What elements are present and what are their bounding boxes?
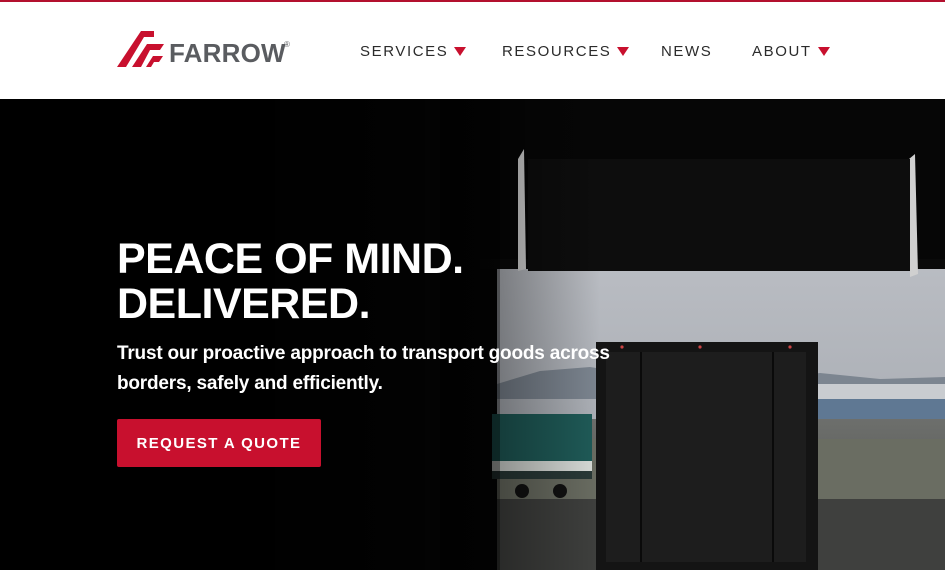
- nav-item-services[interactable]: SERVICES: [360, 40, 467, 62]
- hero-subtext: Trust our proactive approach to transpor…: [117, 343, 610, 394]
- main-nav: SERVICES RESOURCES NEWS ABOUT: [0, 40, 945, 62]
- caret-down-icon: [454, 47, 467, 56]
- nav-label-news: NEWS: [661, 42, 713, 60]
- caret-down-icon: [817, 47, 830, 56]
- site-header: FARROW ® SERVICES RESOURCES NEWS ABOUT: [0, 2, 945, 99]
- hero-headline-line-2: DELIVERED.: [117, 280, 371, 328]
- hero-headline-line-1: PEACE OF MIND.: [117, 235, 464, 283]
- hero-headline: PEACE OF MIND. DELIVERED.: [117, 237, 637, 327]
- nav-item-resources[interactable]: RESOURCES: [502, 40, 630, 62]
- nav-item-about[interactable]: ABOUT: [752, 40, 830, 62]
- request-quote-button[interactable]: REQUEST A QUOTE: [117, 419, 321, 467]
- hero-section: PEACE OF MIND. DELIVERED. Trust our proa…: [0, 99, 945, 570]
- caret-down-icon: [617, 47, 630, 56]
- nav-label-about: ABOUT: [752, 42, 812, 60]
- hero-copy: PEACE OF MIND. DELIVERED. Trust our proa…: [117, 237, 637, 399]
- nav-label-resources: RESOURCES: [502, 42, 612, 60]
- nav-label-services: SERVICES: [360, 42, 449, 60]
- nav-item-news[interactable]: NEWS: [661, 40, 712, 62]
